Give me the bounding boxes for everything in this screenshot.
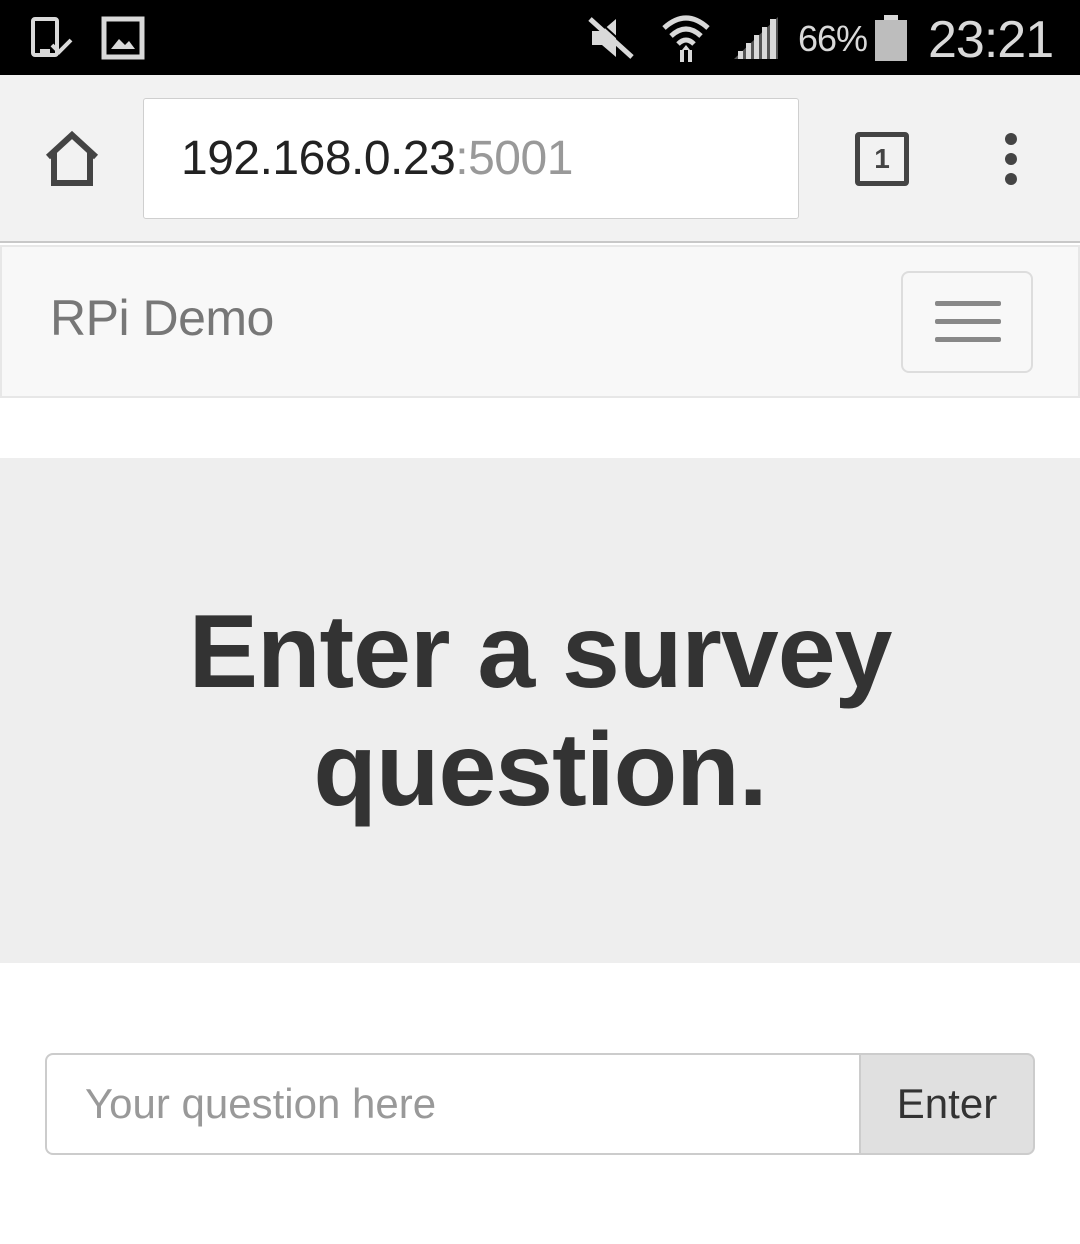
jumbotron: Enter a survey question. [0,458,1080,963]
browser-toolbar: 192.168.0.23:5001 1 [0,75,1080,243]
url-port: :5001 [455,132,573,185]
status-bar: 66% 23:21 [0,0,1080,75]
hamburger-bar [935,337,1001,342]
question-input[interactable] [45,1053,859,1155]
overflow-menu-icon[interactable] [995,133,1027,185]
hamburger-bar [935,319,1001,324]
signal-icon [732,0,782,75]
wifi-icon [660,0,712,75]
battery-percent: 66% [798,18,868,59]
enter-button[interactable]: Enter [859,1053,1035,1155]
tab-count: 1 [874,143,890,174]
address-bar[interactable]: 192.168.0.23:5001 [143,98,799,219]
home-icon[interactable] [40,127,104,191]
navbar-brand[interactable]: RPi Demo [50,289,274,347]
clock: 23:21 [928,11,1054,69]
tab-switcher-button[interactable]: 1 [855,132,909,186]
hamburger-menu-button[interactable] [901,271,1033,373]
navbar: RPi Demo [0,245,1080,398]
gallery-icon [101,0,145,75]
mute-icon [586,0,636,75]
screenshot-saved-icon [28,0,74,75]
hamburger-bar [935,301,1001,306]
battery-icon [873,0,909,75]
page-heading: Enter a survey question. [188,593,893,828]
question-form: Enter [45,1053,1035,1155]
url-host: 192.168.0.23 [181,132,456,185]
